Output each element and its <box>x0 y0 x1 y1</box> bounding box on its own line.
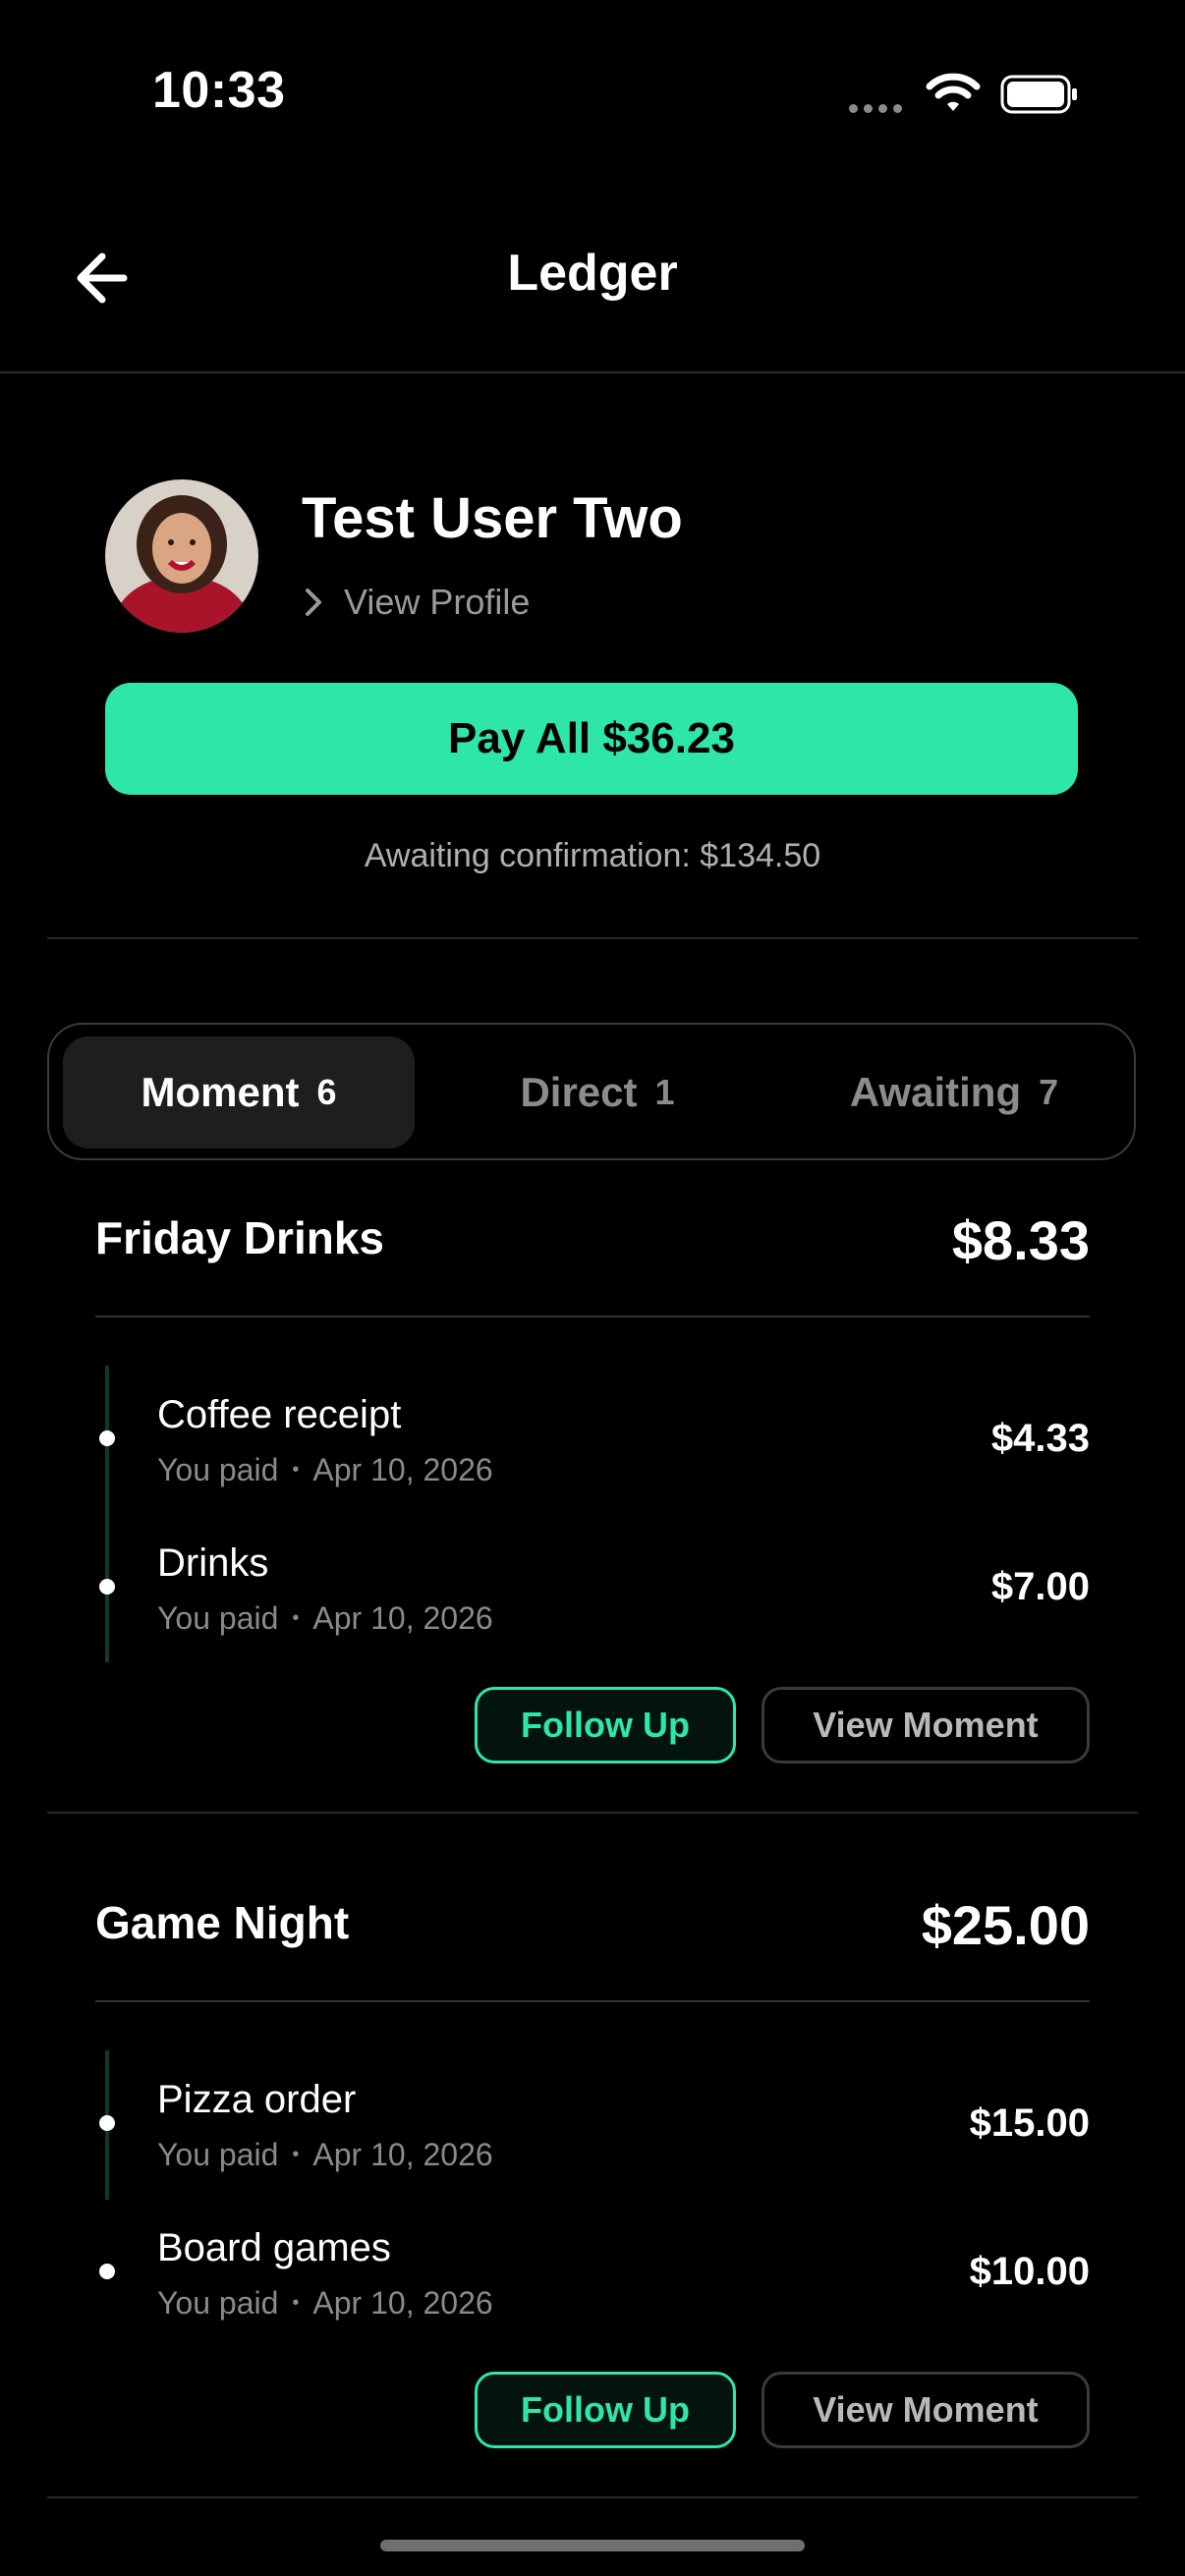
view-profile-label: View Profile <box>344 582 531 622</box>
tab-moment[interactable]: Moment 6 <box>63 1036 415 1148</box>
pay-all-button[interactable]: Pay All $36.23 <box>105 683 1078 795</box>
section-divider <box>47 937 1138 939</box>
item-date: Apr 10, 2026 <box>312 1452 493 1487</box>
timeline-bullet <box>99 2264 115 2279</box>
chevron-right-icon <box>306 588 321 616</box>
item-date: Apr 10, 2026 <box>312 1600 493 1636</box>
status-time: 10:33 <box>152 62 286 119</box>
item-amount: $7.00 <box>990 1565 1090 1608</box>
group-total: $25.00 <box>921 1894 1090 1956</box>
tab-label: Awaiting <box>849 1069 1022 1115</box>
follow-up-button[interactable]: Follow Up <box>475 2372 736 2448</box>
tab-label: Direct <box>520 1069 638 1115</box>
battery-icon <box>1000 75 1077 114</box>
group-title: Game Night <box>95 1897 350 1948</box>
item-amount: $10.00 <box>969 2250 1090 2293</box>
tab-label: Moment <box>141 1069 300 1115</box>
item-title: Pizza order <box>157 2078 357 2121</box>
timeline-bullet <box>99 1430 115 1446</box>
home-indicator[interactable] <box>380 2540 805 2551</box>
item-payer: You paid <box>157 1600 279 1636</box>
view-profile-link[interactable]: View Profile <box>305 582 530 623</box>
tab-count: 6 <box>316 1072 337 1112</box>
timeline-line <box>105 1366 109 1662</box>
group-total: $8.33 <box>951 1209 1090 1271</box>
item-meta: You paid • Apr 10, 2026 <box>157 1452 493 1488</box>
item-date: Apr 10, 2026 <box>312 2137 493 2172</box>
item-meta: You paid • Apr 10, 2026 <box>157 2285 493 2322</box>
dot-separator: • <box>292 2144 300 2165</box>
page-title: Ledger <box>507 245 678 302</box>
dot-separator: • <box>292 1459 300 1481</box>
timeline-bullet <box>99 2115 115 2131</box>
tab-direct[interactable]: Direct 1 <box>440 1036 755 1148</box>
ledger-tabs: Moment 6 Direct 1 Awaiting 7 <box>47 1023 1136 1160</box>
item-title: Board games <box>157 2226 391 2269</box>
group-title: Friday Drinks <box>95 1212 384 1263</box>
item-meta: You paid • Apr 10, 2026 <box>157 1600 493 1637</box>
group-separator <box>47 2496 1138 2498</box>
item-amount: $4.33 <box>990 1417 1090 1460</box>
item-title: Coffee receipt <box>157 1393 402 1436</box>
item-title: Drinks <box>157 1541 269 1585</box>
header-divider <box>0 371 1185 373</box>
item-payer: You paid <box>157 1452 279 1487</box>
awaiting-confirmation-text: Awaiting confirmation: $134.50 <box>364 837 821 874</box>
dot-separator: • <box>292 2292 300 2314</box>
timeline-bullet <box>99 1579 115 1595</box>
item-payer: You paid <box>157 2285 279 2321</box>
dot-separator: • <box>292 1607 300 1629</box>
profile-name: Test User Two <box>302 486 683 550</box>
view-moment-button[interactable]: View Moment <box>762 1687 1090 1764</box>
group-divider <box>95 2000 1090 2002</box>
item-amount: $15.00 <box>969 2101 1090 2145</box>
tab-count: 1 <box>654 1072 675 1112</box>
tab-awaiting[interactable]: Awaiting 7 <box>788 1036 1120 1148</box>
item-payer: You paid <box>157 2137 279 2172</box>
view-moment-button[interactable]: View Moment <box>762 2372 1090 2448</box>
item-meta: You paid • Apr 10, 2026 <box>157 2137 493 2173</box>
wifi-icon <box>926 73 981 111</box>
avatar[interactable] <box>105 479 258 633</box>
group-divider <box>95 1316 1090 1317</box>
tab-count: 7 <box>1039 1072 1059 1112</box>
group-separator <box>47 1812 1138 1814</box>
follow-up-button[interactable]: Follow Up <box>475 1687 736 1764</box>
item-date: Apr 10, 2026 <box>312 2285 493 2321</box>
cellular-signal-icon <box>849 104 902 113</box>
